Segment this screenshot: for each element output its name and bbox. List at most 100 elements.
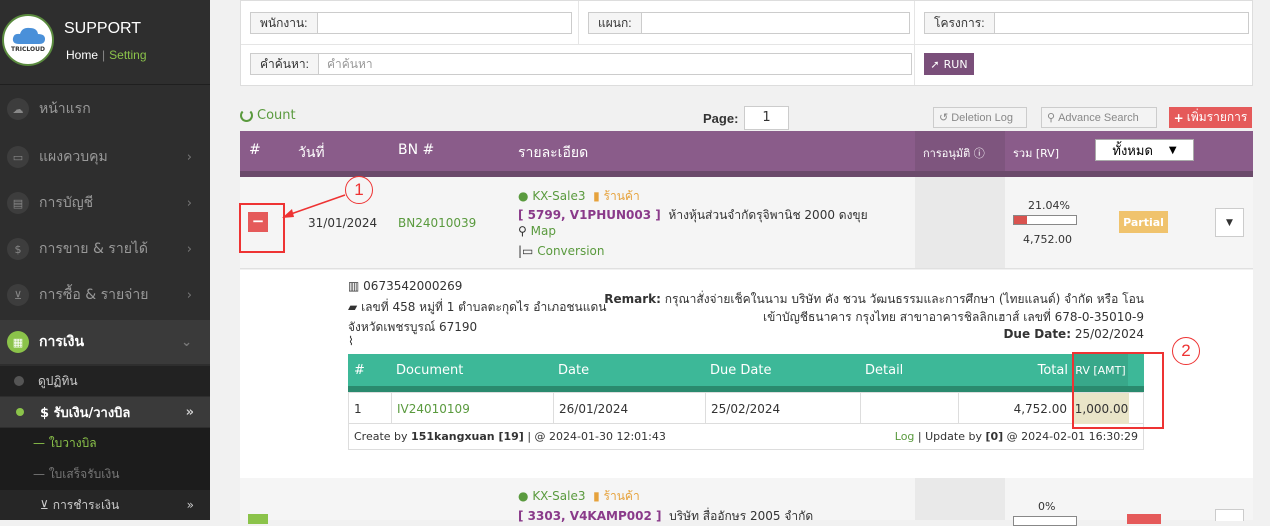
search-filter: คำค้นหา: คำค้นหา: [250, 53, 912, 75]
map-link[interactable]: Map: [531, 224, 556, 238]
col-no: #: [249, 142, 261, 158]
col-bn[interactable]: BN #: [398, 142, 434, 158]
setting-link[interactable]: Setting: [109, 48, 146, 62]
subnav-calendar[interactable]: ดูปฏิทิน: [0, 366, 210, 396]
nav-purchase-label: การซื้อ & รายจ่าย: [39, 287, 149, 303]
subnav-receive-label: $ รับเงิน/วางบิล: [40, 405, 131, 421]
row-code[interactable]: [ 5799, V1PHUN003 ]: [518, 208, 661, 222]
annotation-arrow: [282, 194, 346, 218]
subnav-receipt-label: — ใบเสร็จรับเงิน: [33, 467, 120, 481]
row2-customer: [ 3303, V4KAMP002 ] บริษัท สื่ออักษร 200…: [518, 507, 813, 526]
project-input[interactable]: [994, 12, 1249, 34]
building-icon: ▮: [593, 189, 600, 203]
row-menu-button[interactable]: ▼: [1215, 208, 1244, 237]
brand-title: SUPPORT: [64, 20, 142, 37]
run-label: RUN: [943, 57, 968, 71]
inv-col-due: Due Date: [710, 363, 772, 378]
nav-home[interactable]: ☁ หน้าแรก: [0, 87, 210, 131]
barcode-value: 0673542000269: [363, 279, 463, 293]
remark-line2: เข้าบัญชีธนาคาร กรุงไทย สาขาอาคารชิลลิกเ…: [763, 310, 1144, 324]
subnav-receive[interactable]: $ รับเงิน/วางบิล »: [0, 397, 210, 427]
filter-panel: พนักงาน: แผนก: โครงการ: คำค้นหา: คำค้นหา…: [240, 0, 1253, 86]
row-user[interactable]: KX-Sale3: [532, 189, 585, 203]
chevron-down-icon: ▼: [1168, 144, 1177, 156]
row2-code[interactable]: [ 3303, V4KAMP002 ]: [518, 509, 661, 523]
nav-finance-label: การเงิน: [39, 334, 85, 350]
col-date[interactable]: วันที่: [298, 142, 325, 164]
row-company: ห้างหุ้นส่วนจำกัดรุจิพานิช 2000 ดงขุย: [668, 208, 868, 222]
search-icon: ⚲: [1047, 112, 1056, 124]
status-badge: Partial: [1119, 211, 1168, 233]
subnav-payment[interactable]: ⊻ การชำระเงิน »: [0, 490, 210, 520]
nav-dashboard[interactable]: ▭ แผงควบคุม ›: [0, 135, 210, 179]
row2-status-badge: [1127, 514, 1161, 524]
page-input[interactable]: 1: [744, 106, 789, 130]
row-shop: ร้านค้า: [603, 189, 640, 203]
row2-user[interactable]: KX-Sale3: [532, 489, 585, 503]
row-user-shop: ● KX-Sale3 ▮ ร้านค้า: [518, 187, 640, 206]
run-button[interactable]: ➚ RUN: [924, 53, 974, 75]
inv-doc-link[interactable]: IV24010109: [397, 402, 470, 416]
main-content: พนักงาน: แผนก: โครงการ: คำค้นหา: คำค้นหา…: [239, 0, 1253, 526]
row-amount: 4,752.00: [1023, 233, 1072, 246]
search-input[interactable]: คำค้นหา: [318, 53, 912, 75]
dept-filter: แผนก:: [588, 12, 910, 34]
nav-sales[interactable]: $ การขาย & รายได้ ›: [0, 227, 210, 271]
dept-input[interactable]: [641, 12, 910, 34]
address-line1: ▰ เลขที่ 458 หมู่ที่ 1 ตำบลตะกุดไร อำเภอ…: [348, 298, 607, 317]
log-link[interactable]: Log: [895, 430, 915, 443]
nav-purchase[interactable]: ⊻ การซื้อ & รายจ่าย ›: [0, 273, 210, 317]
user-icon: ●: [518, 489, 529, 503]
filter-select[interactable]: ทั้งหมด ▼: [1095, 139, 1194, 161]
row-conversion[interactable]: |▭ Conversion: [518, 244, 605, 258]
annotation-box-2: [1072, 352, 1164, 429]
inv-col-doc: Document: [396, 363, 464, 378]
col-approval-label: การอนุมัติ: [923, 147, 971, 160]
inv-total: 4,752.00: [1013, 402, 1067, 416]
history-icon: ↺: [939, 112, 949, 124]
advance-search-label: Advance Search: [1058, 111, 1139, 124]
nav-sales-label: การขาย & รายได้: [39, 241, 149, 257]
due-label: Due Date:: [1003, 327, 1071, 341]
subnav-billing[interactable]: — ใบวางบิล: [0, 428, 210, 459]
building-icon: ▮: [593, 489, 600, 503]
due-value: 25/02/2024: [1074, 327, 1144, 341]
subnav-receipt[interactable]: — ใบเสร็จรับเงิน: [0, 459, 210, 490]
employee-filter: พนักงาน:: [250, 12, 572, 34]
expand-button[interactable]: [248, 514, 268, 524]
tricloud-logo[interactable]: TRICLOUD: [2, 14, 54, 66]
invoice-table-header: # Document Date Due Date Detail Total RV…: [348, 354, 1144, 386]
chevron-right-icon: ›: [186, 287, 192, 303]
nav-accounting[interactable]: ▤ การบัญชี ›: [0, 181, 210, 225]
add-item-label: เพิ่มรายการ: [1186, 110, 1248, 124]
conversion-link[interactable]: Conversion: [537, 244, 604, 258]
chevron-right-icon: ›: [186, 241, 192, 257]
nav-finance[interactable]: ▦ การเงิน ⌄: [0, 320, 210, 364]
cloud-icon: ☁: [7, 98, 29, 120]
info-icon: ⓘ: [973, 147, 985, 160]
brand-links: Home | Setting: [66, 48, 147, 62]
home-link[interactable]: Home: [66, 48, 98, 62]
row-map[interactable]: ⚲ Map: [518, 224, 556, 238]
row2-progress-bar: [1013, 516, 1077, 526]
col-total: รวม [RV]: [1013, 147, 1059, 160]
double-chevron-right-icon: »: [186, 498, 194, 512]
updater: [0]: [985, 430, 1004, 443]
deletion-log-button[interactable]: ↺ Deletion Log: [933, 107, 1027, 128]
inv-col-no: #: [354, 363, 365, 378]
refresh-icon: [240, 109, 253, 122]
row-bn[interactable]: BN24010039: [398, 216, 476, 230]
count-link[interactable]: Count: [240, 108, 296, 123]
create-by-label: Create by: [354, 430, 408, 443]
logo-text: TRICLOUD: [11, 46, 45, 53]
advance-search-button[interactable]: ⚲ Advance Search: [1041, 107, 1157, 128]
chevron-right-icon: ›: [186, 149, 192, 165]
subnav-payment-label: การชำระเงิน: [52, 497, 120, 512]
update-info: Log | Update by [0] @ 2024-02-01 16:30:2…: [895, 430, 1138, 443]
employee-input[interactable]: [317, 12, 572, 34]
paperclip-icon[interactable]: ⌇: [348, 334, 354, 348]
add-item-button[interactable]: + เพิ่มรายการ: [1169, 107, 1252, 128]
project-filter: โครงการ:: [924, 12, 1249, 34]
count-label: Count: [257, 108, 296, 123]
row2-menu-button[interactable]: [1215, 509, 1244, 521]
